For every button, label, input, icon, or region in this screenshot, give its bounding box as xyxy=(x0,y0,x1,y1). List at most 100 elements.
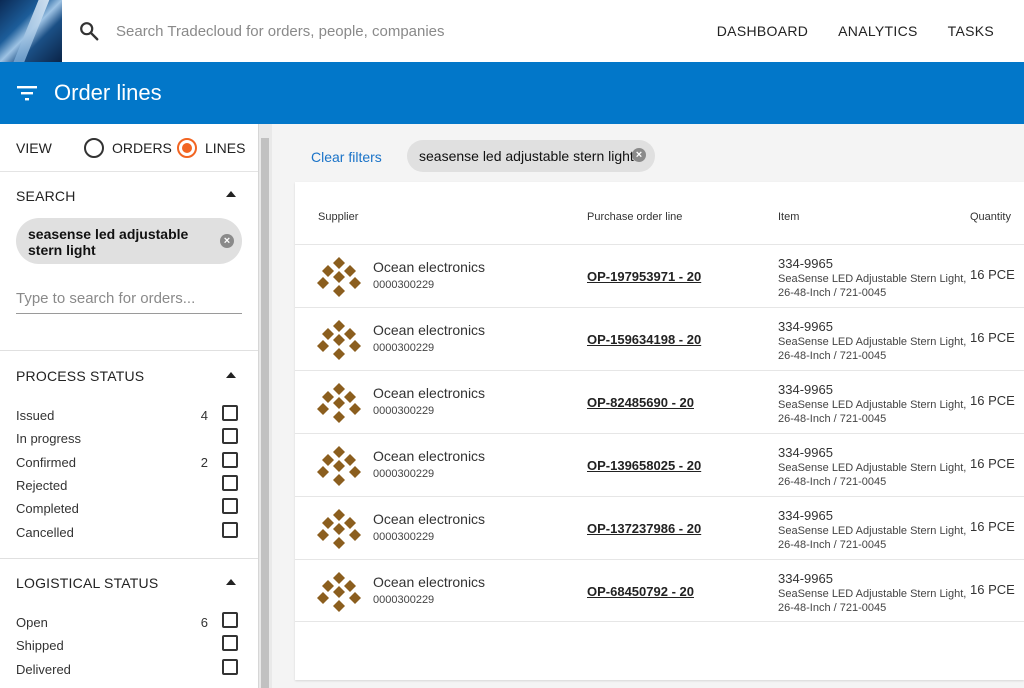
supplier-code: 0000300229 xyxy=(373,279,435,291)
collapse-search-icon[interactable] xyxy=(226,191,236,197)
active-filter-chip-label: seasense led adjustable stern light xyxy=(419,148,634,164)
top-nav: DASHBOARD ANALYTICS TASKS xyxy=(702,0,1024,62)
main-content: Clear filters seasense led adjustable st… xyxy=(272,124,1024,688)
column-header-supplier[interactable]: Supplier xyxy=(318,211,358,223)
table-row[interactable]: Ocean electronics 0000300229 OP-13965802… xyxy=(295,433,1024,496)
supplier-code: 0000300229 xyxy=(373,342,435,354)
filter-open[interactable]: Open 6 xyxy=(16,612,242,632)
filter-menu-icon[interactable] xyxy=(17,84,37,102)
checkbox[interactable] xyxy=(222,522,238,538)
remove-chip-icon[interactable]: × xyxy=(632,148,646,162)
filter-issued[interactable]: Issued 4 xyxy=(16,405,242,425)
filter-label: Confirmed xyxy=(16,455,76,470)
supplier-logo-icon xyxy=(317,446,361,486)
purchase-order-line-link[interactable]: OP-82485690 - 20 xyxy=(587,395,694,410)
table-row[interactable]: Ocean electronics 0000300229 OP-82485690… xyxy=(295,370,1024,433)
filter-count: 4 xyxy=(200,408,208,423)
column-header-purchase-order-line[interactable]: Purchase order line xyxy=(587,211,682,223)
checkbox[interactable] xyxy=(222,475,238,491)
supplier-code: 0000300229 xyxy=(373,531,435,543)
search-filter-chip-label: seasense led adjustable stern light xyxy=(28,226,189,258)
filter-cancelled[interactable]: Cancelled xyxy=(16,522,242,542)
checkbox[interactable] xyxy=(222,405,238,421)
purchase-order-line-link[interactable]: OP-139658025 - 20 xyxy=(587,458,701,473)
item-description: SeaSense LED Adjustable Stern Light, 26-… xyxy=(778,525,967,551)
remove-chip-icon[interactable]: × xyxy=(220,234,234,248)
search-section-heading[interactable]: SEARCH xyxy=(16,188,76,204)
nav-dashboard[interactable]: DASHBOARD xyxy=(702,23,823,39)
supplier-logo-icon xyxy=(317,509,361,549)
checkbox[interactable] xyxy=(222,612,238,628)
nav-analytics[interactable]: ANALYTICS xyxy=(823,23,932,39)
filter-label: Issued xyxy=(16,408,55,423)
view-toggle: VIEW ORDERS LINES xyxy=(0,124,258,172)
process-status-heading[interactable]: PROCESS STATUS xyxy=(16,368,144,384)
order-lines-table: Supplier Purchase order line Item Quanti… xyxy=(295,182,1024,680)
radio-lines[interactable] xyxy=(177,138,197,158)
purchase-order-line-link[interactable]: OP-197953971 - 20 xyxy=(587,269,701,284)
table-row[interactable]: Ocean electronics 0000300229 OP-13723798… xyxy=(295,496,1024,559)
filter-sidebar: VIEW ORDERS LINES SEARCH seasense led ad… xyxy=(0,124,258,688)
radio-lines-label[interactable]: LINES xyxy=(205,140,245,156)
item-description: SeaSense LED Adjustable Stern Light, 26-… xyxy=(778,399,967,425)
sidebar-scrollbar[interactable] xyxy=(258,124,272,688)
checkbox[interactable] xyxy=(222,452,238,468)
supplier-name: Ocean electronics xyxy=(373,259,486,275)
filter-delivered[interactable]: Delivered xyxy=(16,659,242,679)
checkbox[interactable] xyxy=(222,659,238,675)
divider xyxy=(0,350,258,351)
item-code: 334-9965 xyxy=(778,256,833,271)
app-logo[interactable] xyxy=(0,0,62,62)
filter-confirmed[interactable]: Confirmed 2 xyxy=(16,452,242,472)
search-icon[interactable] xyxy=(78,20,100,42)
filter-label: In progress xyxy=(16,431,82,446)
supplier-logo-icon xyxy=(317,572,361,612)
supplier-code: 0000300229 xyxy=(373,468,435,480)
quantity: 16 PCE xyxy=(970,519,1015,534)
checkbox[interactable] xyxy=(222,498,238,514)
column-header-item[interactable]: Item xyxy=(778,211,799,223)
filter-completed[interactable]: Completed xyxy=(16,498,242,518)
table-row[interactable]: Ocean electronics 0000300229 OP-15963419… xyxy=(295,307,1024,370)
collapse-process-status-icon[interactable] xyxy=(226,372,236,378)
item-description: SeaSense LED Adjustable Stern Light, 26-… xyxy=(778,336,967,362)
table-row[interactable]: Ocean electronics 0000300229 OP-68450792… xyxy=(295,559,1024,622)
quantity: 16 PCE xyxy=(970,330,1015,345)
checkbox[interactable] xyxy=(222,428,238,444)
purchase-order-line-link[interactable]: OP-159634198 - 20 xyxy=(587,332,701,347)
nav-tasks[interactable]: TASKS xyxy=(933,23,1024,39)
purchase-order-line-link[interactable]: OP-137237986 - 20 xyxy=(587,521,701,536)
order-search-input[interactable] xyxy=(16,284,242,314)
filter-label: Completed xyxy=(16,501,79,516)
divider xyxy=(0,558,258,559)
item-description: SeaSense LED Adjustable Stern Light, 26-… xyxy=(778,462,967,488)
item-code: 334-9965 xyxy=(778,571,833,586)
checkbox[interactable] xyxy=(222,635,238,651)
clear-filters-link[interactable]: Clear filters xyxy=(311,149,382,165)
logistical-status-heading[interactable]: LOGISTICAL STATUS xyxy=(16,575,158,591)
quantity: 16 PCE xyxy=(970,267,1015,282)
title-bar: Order lines xyxy=(0,62,1024,124)
radio-orders-label[interactable]: ORDERS xyxy=(112,140,172,156)
collapse-logistical-status-icon[interactable] xyxy=(226,579,236,585)
supplier-name: Ocean electronics xyxy=(373,385,486,401)
filter-in-progress[interactable]: In progress xyxy=(16,428,242,448)
purchase-order-line-link[interactable]: OP-68450792 - 20 xyxy=(587,584,694,599)
global-search-input[interactable] xyxy=(116,18,676,44)
filter-shipped[interactable]: Shipped xyxy=(16,635,242,655)
supplier-name: Ocean electronics xyxy=(373,322,486,338)
filter-count: 6 xyxy=(200,615,208,630)
filter-rejected[interactable]: Rejected xyxy=(16,475,242,495)
scrollbar-thumb[interactable] xyxy=(261,138,269,688)
supplier-code: 0000300229 xyxy=(373,594,435,606)
table-row[interactable]: Ocean electronics 0000300229 OP-19795397… xyxy=(295,244,1024,307)
column-header-quantity[interactable]: Quantity xyxy=(970,211,1011,223)
radio-orders[interactable] xyxy=(84,138,104,158)
filter-label: Shipped xyxy=(16,638,64,653)
filter-count: 2 xyxy=(200,455,208,470)
filter-label: Rejected xyxy=(16,478,68,493)
item-code: 334-9965 xyxy=(778,319,833,334)
filter-label: Open xyxy=(16,615,48,630)
supplier-name: Ocean electronics xyxy=(373,511,486,527)
quantity: 16 PCE xyxy=(970,393,1015,408)
